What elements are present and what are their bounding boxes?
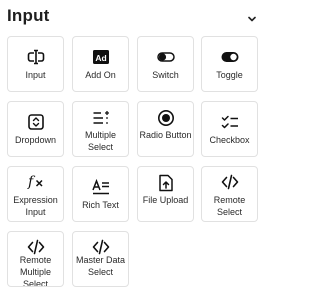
- rich-text-icon: [91, 178, 110, 196]
- tile-label: Remote Multiple Select: [19, 255, 52, 287]
- tile-add-on[interactable]: Ad Add On: [72, 36, 129, 92]
- tile-label: Expression Input: [13, 195, 58, 217]
- tile-label: Checkbox: [209, 135, 250, 145]
- tile-multiple-select[interactable]: Multiple Select: [72, 101, 129, 157]
- tile-toggle[interactable]: Toggle: [201, 36, 258, 92]
- tile-label: Master Data Select: [75, 255, 126, 277]
- tile-file-upload[interactable]: File Upload: [137, 166, 194, 222]
- tile-label: Remote Select: [213, 195, 246, 217]
- tile-checkbox[interactable]: Checkbox: [201, 101, 258, 157]
- tile-dropdown[interactable]: Dropdown: [7, 101, 64, 157]
- tile-label: Toggle: [216, 70, 243, 80]
- input-section-panel: Input Input Ad Add On Switch Toggle Drop…: [0, 0, 262, 297]
- svg-text:Ad: Ad: [95, 53, 106, 63]
- tile-radio-button[interactable]: Radio Button: [137, 101, 194, 157]
- checklist-icon: [221, 113, 239, 131]
- tile-label: Rich Text: [82, 200, 119, 210]
- section-header[interactable]: Input: [0, 0, 262, 34]
- tile-input[interactable]: Input: [7, 36, 64, 92]
- tile-remote-multiple-select[interactable]: Remote Multiple Select: [7, 231, 64, 287]
- radio-icon: [157, 109, 175, 127]
- dropdown-icon: [27, 113, 45, 131]
- tile-expression-input[interactable]: f Expression Input: [7, 166, 64, 222]
- tile-switch[interactable]: Switch: [137, 36, 194, 92]
- tile-label: Add On: [85, 70, 116, 80]
- tile-label: Multiple Select: [84, 130, 116, 152]
- tile-remote-select[interactable]: Remote Select: [201, 166, 258, 222]
- svg-text:f: f: [27, 174, 36, 190]
- chevron-down-icon[interactable]: [247, 11, 257, 22]
- tile-label: Dropdown: [14, 135, 57, 145]
- ad-icon: Ad: [92, 48, 110, 66]
- tile-label: Input: [25, 70, 46, 80]
- code-icon: [221, 173, 239, 191]
- switch-off-icon: [156, 48, 175, 66]
- tile-label: Switch: [152, 70, 179, 80]
- multi-list-icon: [92, 109, 110, 127]
- text-cursor-icon: [27, 48, 45, 66]
- tile-label: File Upload: [142, 195, 189, 205]
- toggle-on-icon: [221, 48, 239, 66]
- section-title: Input: [7, 6, 50, 25]
- function-icon: f: [27, 172, 45, 190]
- tile-label: Radio Button: [139, 130, 192, 140]
- tile-master-data-select[interactable]: Master Data Select: [72, 231, 129, 287]
- file-upload-icon: [157, 174, 175, 192]
- tile-rich-text[interactable]: Rich Text: [72, 166, 129, 222]
